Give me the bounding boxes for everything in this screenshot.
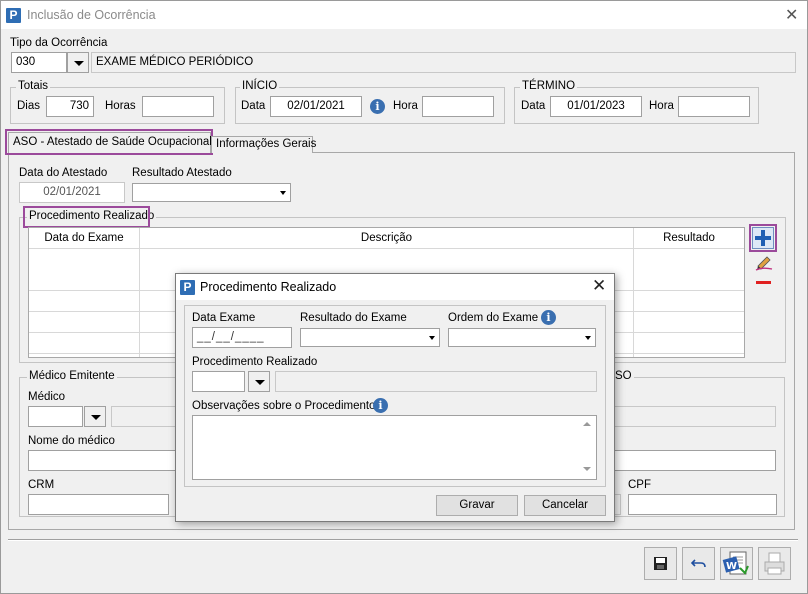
grid-header: Data do Exame Descrição Resultado (29, 228, 744, 249)
save-toolbar-button[interactable] (644, 547, 677, 580)
edit-procedure-button[interactable] (754, 253, 774, 271)
word-report-toolbar-button[interactable]: W (720, 547, 753, 580)
printer-icon (764, 552, 785, 575)
gravar-button[interactable]: Gravar (436, 495, 518, 516)
resultado-atestado-select[interactable] (132, 183, 291, 202)
dialog-title-bar: P Procedimento Realizado ✕ (176, 274, 614, 300)
window-title: Inclusão de Ocorrência (27, 8, 156, 22)
data-exame-label: Data Exame (192, 312, 256, 324)
tipo-description-field: EXAME MÉDICO PERIÓDICO (91, 52, 796, 73)
termino-data-label: Data (521, 100, 546, 112)
observacoes-textarea[interactable] (192, 415, 597, 480)
resultado-exame-select[interactable] (300, 328, 440, 347)
scroll-down-arrow[interactable] (580, 463, 594, 477)
plus-icon (755, 230, 771, 246)
observacoes-info-icon[interactable]: i (373, 398, 388, 413)
grid-divider (139, 249, 140, 357)
col-resultado: Resultado (663, 232, 715, 244)
tab-informacoes-gerais[interactable]: Informações Gerais (211, 136, 317, 153)
data-atestado-label: Data do Atestado (19, 167, 108, 179)
app-logo-icon: P (6, 8, 21, 23)
procedimento-dialog: P Procedimento Realizado ✕ Data Exame __… (175, 273, 615, 522)
crm-label: CRM (28, 479, 55, 491)
medico-label: Médico (28, 391, 66, 403)
inicio-data-field[interactable]: 02/01/2021 (270, 96, 362, 117)
tipo-code-field[interactable]: 030 (11, 52, 67, 73)
nome-medico-label: Nome do médico (28, 435, 115, 447)
info-icon[interactable]: i (370, 99, 385, 114)
svg-text:W: W (726, 561, 737, 572)
pencil-icon (755, 256, 773, 271)
dias-field[interactable]: 730 (46, 96, 94, 117)
inicio-data-label: Data (241, 100, 266, 112)
print-toolbar-button[interactable] (758, 547, 791, 580)
termino-title: TÉRMINO (520, 80, 578, 92)
cpf-label: CPF (628, 479, 651, 491)
add-procedure-button[interactable] (752, 227, 774, 249)
medico-code-field[interactable] (28, 406, 83, 427)
grid-divider (633, 249, 634, 357)
termino-hora-field[interactable] (678, 96, 750, 117)
bottom-separator (8, 539, 798, 541)
inicio-hora-label: Hora (393, 100, 418, 112)
ordem-exame-select[interactable] (448, 328, 596, 347)
procedimento-realizado-label: Procedimento Realizado (192, 356, 318, 368)
tab-informacoes-label: Informações Gerais (216, 138, 317, 150)
dias-label: Dias (17, 100, 41, 112)
resultado-atestado-label: Resultado Atestado (132, 167, 232, 179)
tab-aso-highlight (5, 129, 213, 155)
medico-group-title: Médico Emitente (27, 370, 117, 382)
data-atestado-field[interactable]: 02/01/2021 (19, 182, 125, 203)
tipo-dropdown-button[interactable] (67, 52, 89, 73)
remove-procedure-button[interactable] (755, 278, 773, 288)
word-document-icon: W (722, 551, 749, 575)
ordem-info-icon[interactable]: i (541, 310, 556, 325)
horas-label: Horas (105, 100, 136, 112)
ordem-exame-label: Ordem do Exame (448, 312, 539, 324)
nome-medico-field-right[interactable] (613, 450, 776, 471)
observacoes-label: Observações sobre o Procedimento (192, 400, 376, 412)
procedimento-title-highlight (23, 206, 150, 228)
cancelar-button[interactable]: Cancelar (524, 495, 606, 516)
undo-icon (690, 559, 706, 568)
data-exame-field[interactable]: __/__/____ (192, 327, 292, 348)
termino-hora-label: Hora (649, 100, 674, 112)
close-window-button[interactable]: ✕ (785, 5, 798, 25)
inicio-hora-field[interactable] (422, 96, 494, 117)
dialog-title: Procedimento Realizado (200, 280, 337, 294)
title-bar: P Inclusão de Ocorrência ✕ (1, 1, 807, 29)
procedimento-dropdown-button[interactable] (248, 371, 270, 392)
termino-data-field[interactable]: 01/01/2023 (550, 96, 642, 117)
crm-field[interactable] (28, 494, 169, 515)
tipo-ocorrencia-label: Tipo da Ocorrência (10, 37, 108, 49)
inicio-title: INÍCIO (240, 80, 280, 92)
right-group-title: SO (613, 370, 634, 382)
medico-right-display (613, 406, 776, 427)
medico-name-display (111, 406, 181, 427)
cpf-field[interactable] (628, 494, 777, 515)
undo-toolbar-button[interactable] (682, 547, 715, 580)
minus-icon (756, 281, 771, 284)
scroll-up-arrow[interactable] (580, 418, 594, 432)
dialog-logo-icon: P (180, 280, 195, 295)
procedimento-description-display (275, 371, 597, 392)
nome-medico-field[interactable] (28, 450, 180, 471)
horas-field[interactable] (142, 96, 214, 117)
resultado-exame-label: Resultado do Exame (300, 312, 407, 324)
col-descricao: Descrição (140, 228, 634, 249)
dialog-close-button[interactable]: ✕ (592, 276, 606, 296)
procedimento-code-field[interactable] (192, 371, 245, 392)
floppy-disk-icon (654, 557, 667, 570)
col-data-exame: Data do Exame (29, 228, 140, 249)
totais-title: Totais (16, 80, 51, 92)
medico-dropdown-button[interactable] (84, 406, 106, 427)
